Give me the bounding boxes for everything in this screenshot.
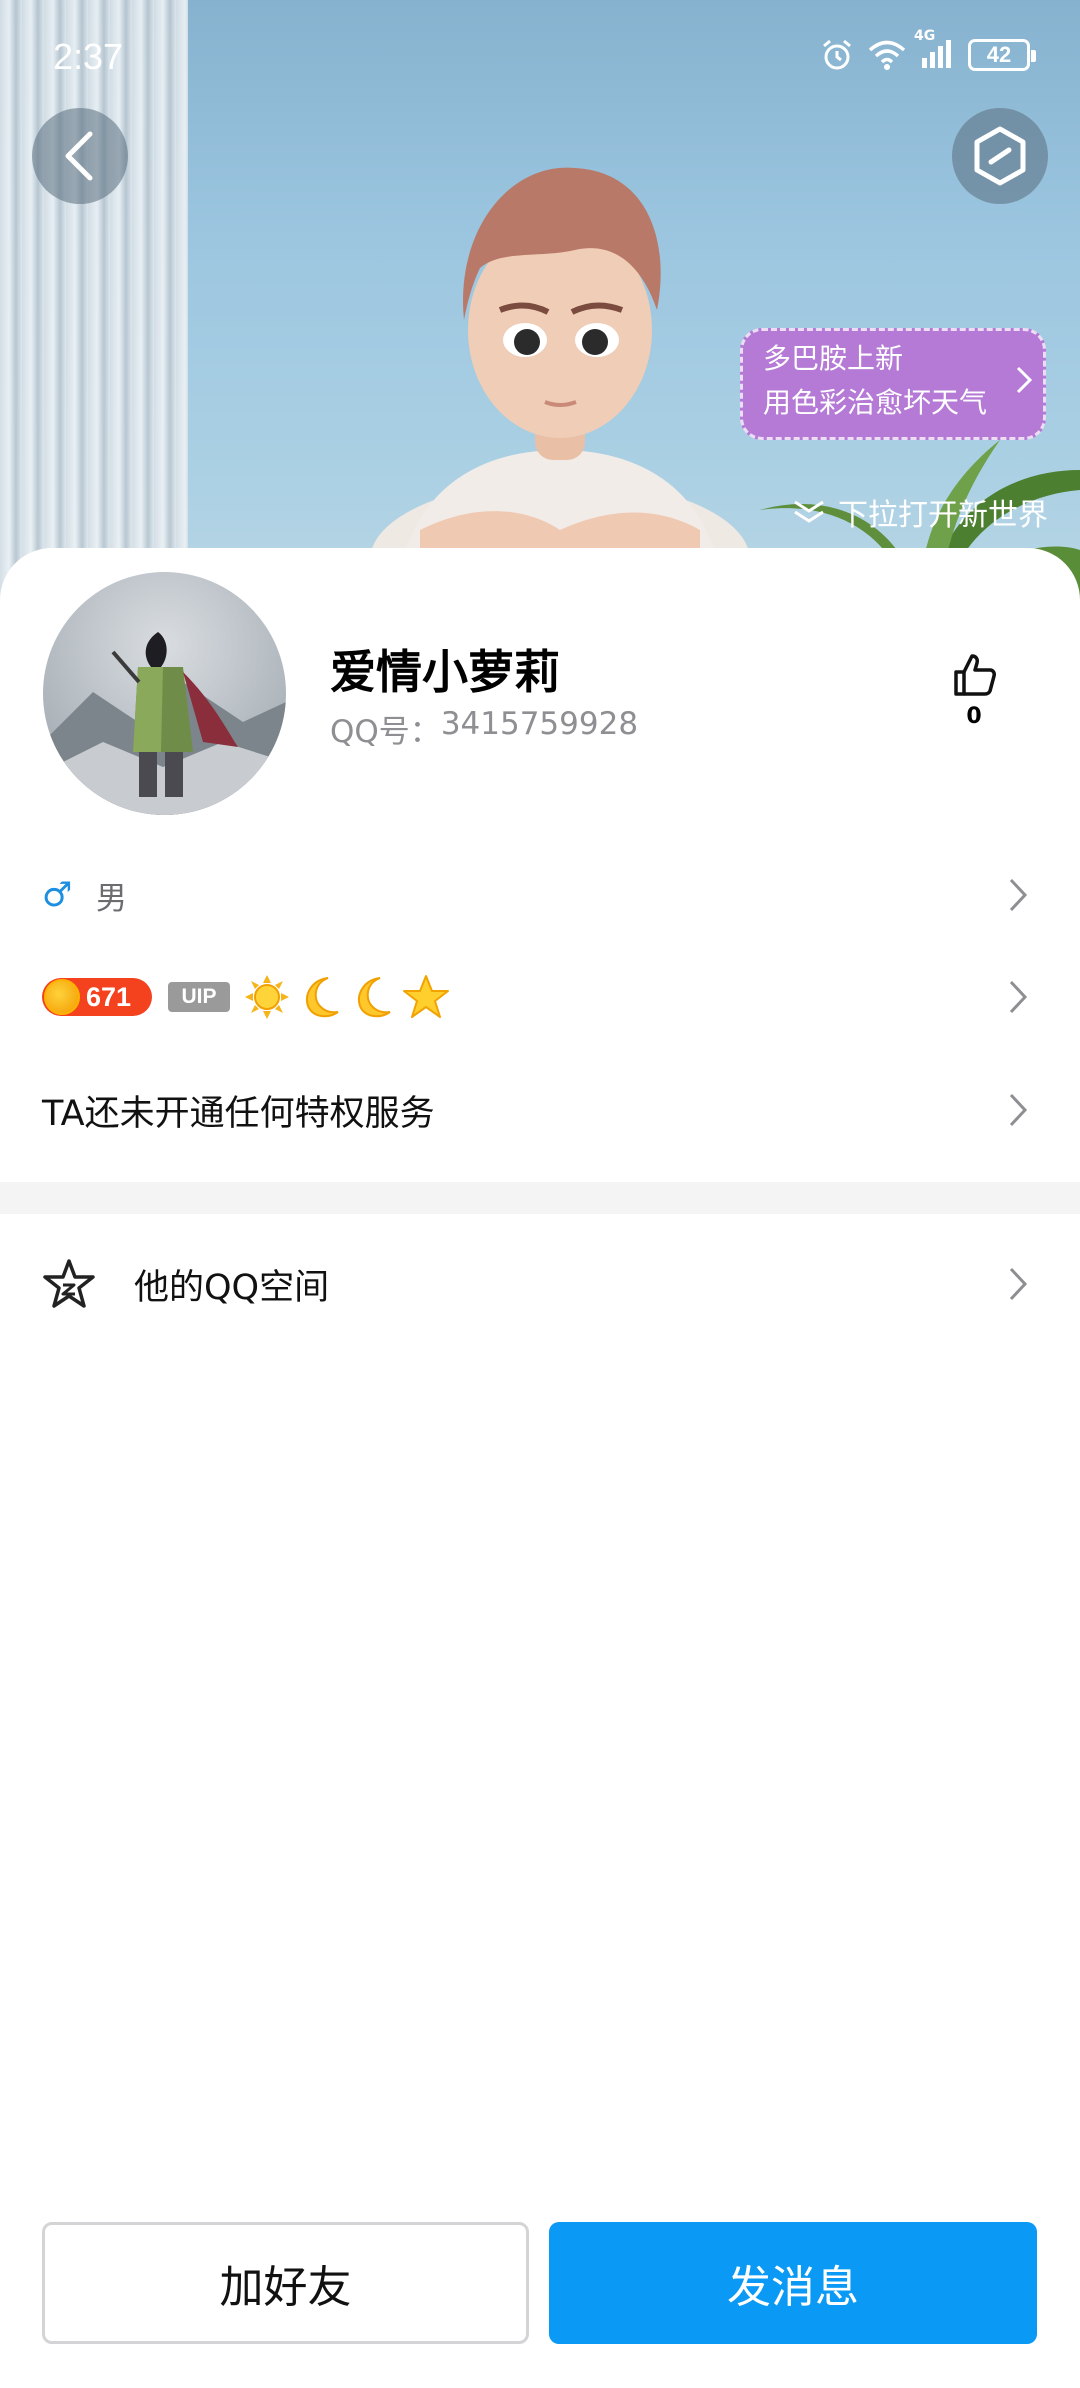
gender-row[interactable]: ♂ 男 <box>0 860 1080 930</box>
status-icons: 4G 42 <box>820 28 1036 72</box>
section-divider <box>0 1182 1080 1214</box>
network-type: 4G <box>914 28 936 44</box>
qq-level-badge: 671 <box>42 978 152 1016</box>
chevron-right-icon <box>1016 366 1033 394</box>
avatar-image <box>43 572 286 815</box>
profile-sheet <box>0 548 1080 2388</box>
like-button[interactable]: 0 <box>944 650 1004 729</box>
privilege-row[interactable]: TA还未开通任何特权服务 <box>0 1075 1080 1145</box>
chevron-right-icon <box>1009 1267 1028 1301</box>
nickname: 爱情小萝莉 <box>330 645 560 699</box>
level-icons <box>244 974 450 1020</box>
promo-banner[interactable]: 多巴胺上新 用色彩治愈坏天气 <box>740 328 1046 440</box>
qq-number: 3415759928 <box>440 706 639 742</box>
male-icon: ♂ <box>42 875 73 915</box>
send-message-button[interactable]: 发消息 <box>549 2222 1037 2344</box>
wifi-icon <box>868 40 906 70</box>
qq-space-row[interactable]: 他的QQ空间 <box>0 1244 1080 1324</box>
vip-badge: UIP <box>168 982 230 1012</box>
promo-line-1: 多巴胺上新 <box>763 342 904 375</box>
avatar-3d-character[interactable] <box>360 150 760 570</box>
star-icon <box>403 975 449 1018</box>
pull-down-hint-text: 下拉打开新世界 <box>838 498 1048 533</box>
level-coin-icon <box>44 979 80 1015</box>
profile-cover[interactable]: 2:37 4G 42 多巴胺上新 用色彩治愈坏天气 下拉打开新世界 <box>0 0 1080 600</box>
gender-text: 男 <box>96 880 127 917</box>
chevron-left-icon <box>65 131 93 181</box>
qq-space-label: 他的QQ空间 <box>134 1267 330 1308</box>
avatar[interactable] <box>43 572 286 815</box>
back-button[interactable] <box>32 108 128 204</box>
qq-level-value: 671 <box>86 981 132 1012</box>
sun-icon <box>245 975 289 1019</box>
battery-icon: 42 <box>968 39 1036 71</box>
star-outline-icon <box>43 1259 95 1308</box>
moon-icon <box>358 977 391 1018</box>
qq-number-label: QQ号： <box>330 714 441 750</box>
add-friend-button[interactable]: 加好友 <box>42 2222 529 2344</box>
privilege-text: TA还未开通任何特权服务 <box>42 1093 435 1134</box>
thumbs-up-icon <box>954 654 996 696</box>
battery-level: 42 <box>986 42 1012 67</box>
status-bar: 2:37 4G 42 <box>0 0 1080 120</box>
hexagon-icon <box>974 126 1026 186</box>
alarm-icon <box>823 39 851 70</box>
chevron-down-icon <box>794 500 824 523</box>
chevron-right-icon <box>1009 1093 1028 1127</box>
chevron-right-icon <box>1009 878 1028 912</box>
status-time: 2:37 <box>53 36 124 77</box>
cellular-signal: 4G <box>914 28 954 72</box>
moon-icon <box>306 977 339 1018</box>
qq-number-line[interactable]: QQ号： 3415759928 <box>330 706 638 751</box>
level-row[interactable]: 671 UIP <box>0 962 1080 1032</box>
pull-down-hint[interactable]: 下拉打开新世界 <box>792 490 1048 534</box>
like-count: 0 <box>966 704 982 729</box>
chevron-right-icon <box>1009 980 1028 1014</box>
super-show-button[interactable] <box>952 108 1048 204</box>
promo-line-2: 用色彩治愈坏天气 <box>763 386 988 419</box>
